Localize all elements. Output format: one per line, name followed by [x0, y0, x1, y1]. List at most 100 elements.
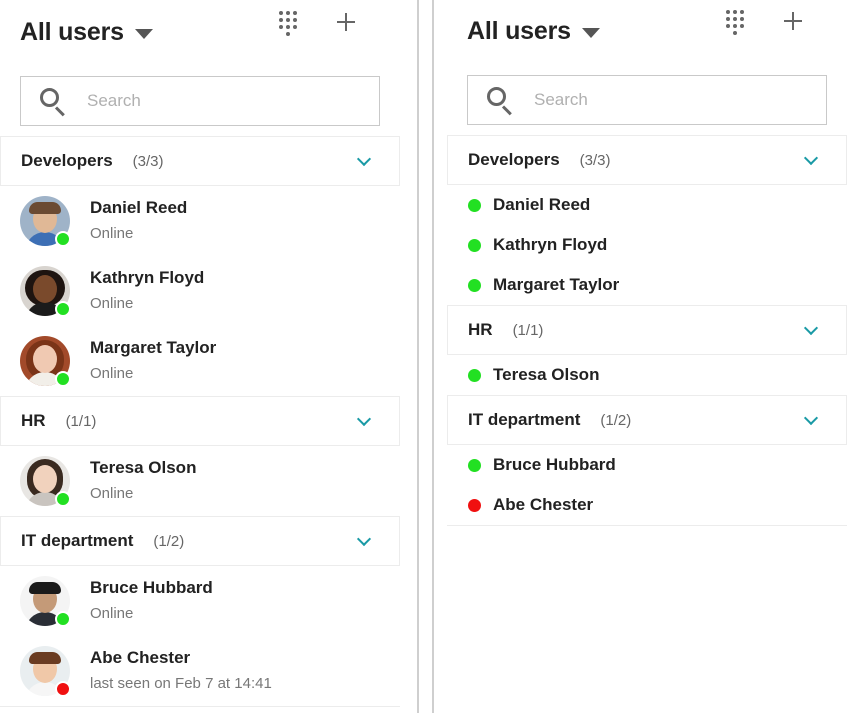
chevron-down-icon[interactable]: [803, 410, 819, 426]
search-icon: [486, 86, 514, 116]
status-online-icon: [55, 371, 71, 387]
dialpad-dot: [286, 25, 290, 29]
user-row[interactable]: Teresa Olson: [447, 355, 847, 395]
dialpad-dot: [726, 24, 730, 28]
dialpad-dot: [726, 10, 730, 14]
page-title: All users: [20, 17, 124, 46]
user-status: Online: [90, 605, 134, 622]
chevron-down-icon[interactable]: [803, 150, 819, 166]
status-online-icon: [55, 301, 71, 317]
group-header-it-department[interactable]: IT department (1/2): [0, 516, 400, 566]
chevron-down-icon[interactable]: [356, 411, 372, 427]
dialpad-dot: [279, 25, 283, 29]
plus-icon[interactable]: [783, 11, 803, 31]
dialpad-dot: [733, 17, 737, 21]
caret-down-icon[interactable]: [134, 28, 153, 39]
user-name: Kathryn Floyd: [90, 268, 205, 287]
group-count: (3/3): [579, 151, 611, 169]
user-name: Bruce Hubbard: [493, 455, 616, 474]
chevron-down-icon[interactable]: [356, 531, 372, 547]
user-row[interactable]: Bruce Hubbard: [447, 445, 847, 485]
search-box[interactable]: [20, 76, 380, 126]
dialpad-icon[interactable]: [726, 10, 746, 35]
user-row[interactable]: Abe Chester last seen on Feb 7 at 14:41: [0, 636, 400, 706]
status-online-icon: [55, 611, 71, 627]
user-name: Abe Chester: [90, 648, 191, 667]
chevron-down-icon[interactable]: [356, 151, 372, 167]
divider: [447, 525, 847, 526]
user-name: Teresa Olson: [493, 365, 600, 384]
group-count: (3/3): [132, 152, 164, 170]
user-name: Kathryn Floyd: [493, 235, 608, 254]
group-header-developers[interactable]: Developers (3/3): [0, 136, 400, 186]
dialpad-dot: [279, 18, 283, 22]
user-status: Online: [90, 365, 134, 382]
user-name: Daniel Reed: [90, 198, 188, 217]
user-row[interactable]: Margaret Taylor: [447, 265, 847, 305]
group-name: Developers: [21, 151, 113, 170]
user-name: Daniel Reed: [493, 195, 591, 214]
panel-divider: [417, 0, 419, 713]
dialpad-dot: [740, 24, 744, 28]
dialpad-dot: [733, 10, 737, 14]
dialpad-dot: [726, 17, 730, 21]
page-title: All users: [467, 16, 571, 45]
dialpad-icon[interactable]: [279, 11, 299, 36]
group-header-developers[interactable]: Developers (3/3): [447, 135, 847, 185]
status-online-icon: [468, 278, 481, 292]
dialpad-dot: [740, 10, 744, 14]
search-box[interactable]: [467, 75, 827, 125]
divider: [0, 706, 400, 707]
user-status: Online: [90, 225, 134, 242]
user-status: last seen on Feb 7 at 14:41: [90, 675, 272, 692]
search-icon: [39, 87, 67, 117]
dialpad-dot: [286, 32, 290, 36]
user-status: Online: [90, 295, 134, 312]
status-offline-icon: [55, 681, 71, 697]
user-row[interactable]: Teresa Olson Online: [0, 446, 400, 516]
group-header-it-department[interactable]: IT department (1/2): [447, 395, 847, 445]
panel-divider: [432, 0, 434, 713]
group-count: (1/1): [512, 321, 544, 339]
user-name: Abe Chester: [493, 495, 594, 514]
user-name: Margaret Taylor: [493, 275, 620, 294]
users-panel-compact: All users Developers (3/3) Daniel Reed K…: [447, 0, 847, 713]
status-online-icon: [55, 231, 71, 247]
status-online-icon: [468, 238, 481, 252]
dialpad-dot: [293, 18, 297, 22]
user-row[interactable]: Abe Chester: [447, 485, 847, 525]
status-offline-icon: [468, 498, 481, 512]
group-name: HR: [21, 411, 46, 430]
dialpad-dot: [293, 11, 297, 15]
user-row[interactable]: Kathryn Floyd Online: [0, 256, 400, 326]
search-input[interactable]: [87, 91, 347, 111]
user-name: Bruce Hubbard: [90, 578, 213, 597]
chevron-down-icon[interactable]: [803, 320, 819, 336]
group-count: (1/2): [153, 532, 185, 550]
status-online-icon: [55, 491, 71, 507]
user-row[interactable]: Daniel Reed Online: [0, 186, 400, 256]
status-online-icon: [468, 368, 481, 382]
group-header-hr[interactable]: HR (1/1): [0, 396, 400, 446]
status-online-icon: [468, 198, 481, 212]
dialpad-dot: [293, 25, 297, 29]
users-panel-detailed: All users Developers (3/3) Daniel Reed O…: [0, 0, 400, 713]
search-input[interactable]: [534, 90, 794, 110]
group-name: IT department: [21, 531, 134, 550]
group-count: (1/1): [65, 412, 97, 430]
user-row[interactable]: Bruce Hubbard Online: [0, 566, 400, 636]
user-row[interactable]: Margaret Taylor Online: [0, 326, 400, 396]
dialpad-dot: [286, 18, 290, 22]
group-name: Developers: [468, 150, 560, 169]
dialpad-dot: [733, 24, 737, 28]
user-row[interactable]: Kathryn Floyd: [447, 225, 847, 265]
user-row[interactable]: Daniel Reed: [447, 185, 847, 225]
plus-icon[interactable]: [336, 12, 356, 32]
user-name: Margaret Taylor: [90, 338, 217, 357]
group-name: HR: [468, 320, 493, 339]
group-header-hr[interactable]: HR (1/1): [447, 305, 847, 355]
caret-down-icon[interactable]: [581, 27, 600, 38]
user-status: Online: [90, 485, 134, 502]
dialpad-dot: [279, 11, 283, 15]
group-name: IT department: [468, 410, 581, 429]
